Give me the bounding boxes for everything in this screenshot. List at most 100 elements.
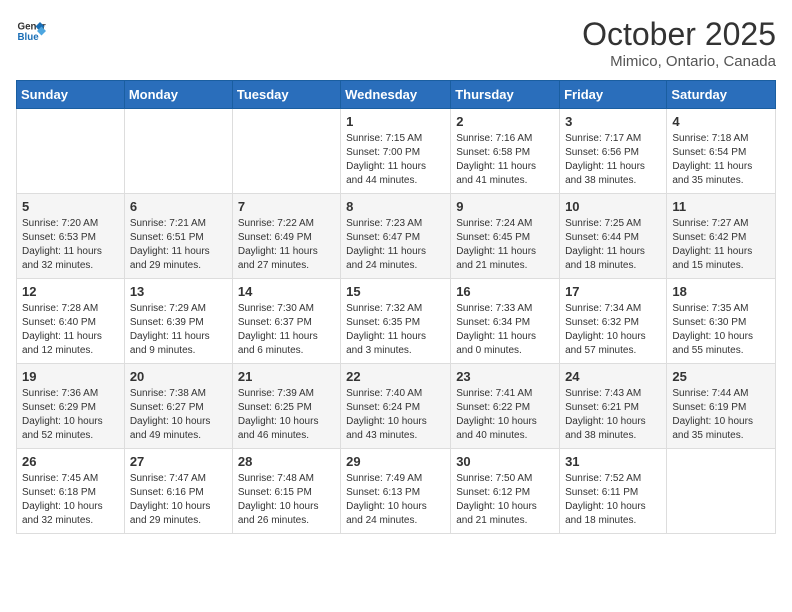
day-number: 17 (565, 284, 661, 299)
calendar-cell: 8 Sunrise: 7:23 AM Sunset: 6:47 PM Daylig… (341, 194, 451, 279)
month-title: October 2025 (582, 16, 776, 53)
weekday-header: Sunday (17, 81, 125, 109)
day-number: 18 (672, 284, 770, 299)
weekday-row: SundayMondayTuesdayWednesdayThursdayFrid… (17, 81, 776, 109)
weekday-header: Tuesday (232, 81, 340, 109)
calendar-cell: 3 Sunrise: 7:17 AM Sunset: 6:56 PM Daylig… (560, 109, 667, 194)
calendar-cell: 21 Sunrise: 7:39 AM Sunset: 6:25 PM Dayli… (232, 364, 340, 449)
day-info: Sunrise: 7:24 AM Sunset: 6:45 PM Dayligh… (456, 217, 554, 273)
day-number: 26 (22, 454, 119, 469)
calendar-cell: 30Sunrise: 7:50 AM Sunset: 6:12 PM Dayli… (451, 449, 560, 534)
day-number: 27 (130, 454, 227, 469)
day-number: 20 (130, 369, 227, 384)
day-number: 28 (238, 454, 335, 469)
calendar-cell: 29 Sunrise: 7:49 AM Sunset: 6:13 PM Dayli… (341, 449, 451, 534)
calendar-cell: 16 Sunrise: 7:33 AM Sunset: 6:34 PM Dayli… (451, 279, 560, 364)
day-info: Sunrise: 7:25 AM Sunset: 6:44 PM Dayligh… (565, 217, 661, 273)
calendar-cell: 4 Sunrise: 7:18 AM Sunset: 6:54 PM Daylig… (667, 109, 776, 194)
calendar-cell: 2 Sunrise: 7:16 AM Sunset: 6:58 PM Daylig… (451, 109, 560, 194)
day-info: Sunrise: 7:52 AM Sunset: 6:11 PM Dayligh… (565, 472, 661, 528)
calendar-week-row: 26 Sunrise: 7:45 AM Sunset: 6:18 PM Dayli… (17, 449, 776, 534)
calendar-cell: 22 Sunrise: 7:40 AM Sunset: 6:24 PM Dayli… (341, 364, 451, 449)
calendar-cell: 20Sunrise: 7:38 AM Sunset: 6:27 PM Dayli… (124, 364, 232, 449)
weekday-header: Saturday (667, 81, 776, 109)
day-number: 29 (346, 454, 445, 469)
day-info: Sunrise: 7:30 AM Sunset: 6:37 PM Dayligh… (238, 302, 335, 358)
day-info: Sunrise: 7:45 AM Sunset: 6:18 PM Dayligh… (22, 472, 119, 528)
location: Mimico, Ontario, Canada (582, 53, 776, 70)
day-info: Sunrise: 7:36 AM Sunset: 6:29 PM Dayligh… (22, 387, 119, 443)
calendar-cell (232, 109, 340, 194)
calendar-week-row: 5Sunrise: 7:20 AM Sunset: 6:53 PM Daylig… (17, 194, 776, 279)
day-info: Sunrise: 7:43 AM Sunset: 6:21 PM Dayligh… (565, 387, 661, 443)
calendar-body: 1 Sunrise: 7:15 AM Sunset: 7:00 PM Daylig… (17, 109, 776, 534)
calendar-cell: 26 Sunrise: 7:45 AM Sunset: 6:18 PM Dayli… (17, 449, 125, 534)
weekday-header: Monday (124, 81, 232, 109)
day-number: 15 (346, 284, 445, 299)
day-info: Sunrise: 7:22 AM Sunset: 6:49 PM Dayligh… (238, 217, 335, 273)
calendar-cell: 11Sunrise: 7:27 AM Sunset: 6:42 PM Dayli… (667, 194, 776, 279)
day-info: Sunrise: 7:48 AM Sunset: 6:15 PM Dayligh… (238, 472, 335, 528)
day-info: Sunrise: 7:33 AM Sunset: 6:34 PM Dayligh… (456, 302, 554, 358)
calendar-cell: 28 Sunrise: 7:48 AM Sunset: 6:15 PM Dayli… (232, 449, 340, 534)
logo-icon: General Blue (16, 16, 46, 46)
day-number: 2 (456, 114, 554, 129)
calendar-header: SundayMondayTuesdayWednesdayThursdayFrid… (17, 81, 776, 109)
day-info: Sunrise: 7:34 AM Sunset: 6:32 PM Dayligh… (565, 302, 661, 358)
day-number: 22 (346, 369, 445, 384)
calendar-cell: 27 Sunrise: 7:47 AM Sunset: 6:16 PM Dayli… (124, 449, 232, 534)
day-number: 25 (672, 369, 770, 384)
day-number: 7 (238, 199, 335, 214)
day-number: 11 (672, 199, 770, 214)
day-info: Sunrise: 7:50 AM Sunset: 6:12 PM Dayligh… (456, 472, 554, 528)
calendar-week-row: 19 Sunrise: 7:36 AM Sunset: 6:29 PM Dayli… (17, 364, 776, 449)
weekday-header: Thursday (451, 81, 560, 109)
calendar-cell: 6Sunrise: 7:21 AM Sunset: 6:51 PM Daylig… (124, 194, 232, 279)
svg-text:Blue: Blue (18, 32, 40, 43)
calendar-cell: 15Sunrise: 7:32 AM Sunset: 6:35 PM Dayli… (341, 279, 451, 364)
calendar-cell: 5Sunrise: 7:20 AM Sunset: 6:53 PM Daylig… (17, 194, 125, 279)
day-number: 24 (565, 369, 661, 384)
day-info: Sunrise: 7:28 AM Sunset: 6:40 PM Dayligh… (22, 302, 119, 358)
weekday-header: Wednesday (341, 81, 451, 109)
calendar-cell: 31 Sunrise: 7:52 AM Sunset: 6:11 PM Dayli… (560, 449, 667, 534)
day-info: Sunrise: 7:17 AM Sunset: 6:56 PM Dayligh… (565, 132, 661, 188)
day-number: 6 (130, 199, 227, 214)
title-block: October 2025 Mimico, Ontario, Canada (582, 16, 776, 70)
day-info: Sunrise: 7:29 AM Sunset: 6:39 PM Dayligh… (130, 302, 227, 358)
calendar-cell (124, 109, 232, 194)
day-info: Sunrise: 7:16 AM Sunset: 6:58 PM Dayligh… (456, 132, 554, 188)
day-number: 13 (130, 284, 227, 299)
day-number: 16 (456, 284, 554, 299)
calendar-cell: 17 Sunrise: 7:34 AM Sunset: 6:32 PM Dayli… (560, 279, 667, 364)
day-info: Sunrise: 7:18 AM Sunset: 6:54 PM Dayligh… (672, 132, 770, 188)
day-number: 10 (565, 199, 661, 214)
calendar-cell: 9Sunrise: 7:24 AM Sunset: 6:45 PM Daylig… (451, 194, 560, 279)
day-number: 3 (565, 114, 661, 129)
day-number: 4 (672, 114, 770, 129)
calendar-cell: 7 Sunrise: 7:22 AM Sunset: 6:49 PM Daylig… (232, 194, 340, 279)
calendar-cell: 18 Sunrise: 7:35 AM Sunset: 6:30 PM Dayli… (667, 279, 776, 364)
calendar-cell: 12Sunrise: 7:28 AM Sunset: 6:40 PM Dayli… (17, 279, 125, 364)
calendar-cell: 24 Sunrise: 7:43 AM Sunset: 6:21 PM Dayli… (560, 364, 667, 449)
calendar-cell: 1 Sunrise: 7:15 AM Sunset: 7:00 PM Daylig… (341, 109, 451, 194)
day-info: Sunrise: 7:49 AM Sunset: 6:13 PM Dayligh… (346, 472, 445, 528)
calendar-cell: 13 Sunrise: 7:29 AM Sunset: 6:39 PM Dayli… (124, 279, 232, 364)
calendar-cell: 19 Sunrise: 7:36 AM Sunset: 6:29 PM Dayli… (17, 364, 125, 449)
day-info: Sunrise: 7:35 AM Sunset: 6:30 PM Dayligh… (672, 302, 770, 358)
logo: General Blue General Blue (16, 16, 46, 46)
weekday-header: Friday (560, 81, 667, 109)
day-info: Sunrise: 7:41 AM Sunset: 6:22 PM Dayligh… (456, 387, 554, 443)
day-number: 19 (22, 369, 119, 384)
day-info: Sunrise: 7:15 AM Sunset: 7:00 PM Dayligh… (346, 132, 445, 188)
calendar-cell: 14 Sunrise: 7:30 AM Sunset: 6:37 PM Dayli… (232, 279, 340, 364)
day-info: Sunrise: 7:39 AM Sunset: 6:25 PM Dayligh… (238, 387, 335, 443)
day-number: 31 (565, 454, 661, 469)
day-number: 21 (238, 369, 335, 384)
day-number: 1 (346, 114, 445, 129)
day-number: 8 (346, 199, 445, 214)
day-info: Sunrise: 7:40 AM Sunset: 6:24 PM Dayligh… (346, 387, 445, 443)
day-number: 14 (238, 284, 335, 299)
day-info: Sunrise: 7:47 AM Sunset: 6:16 PM Dayligh… (130, 472, 227, 528)
day-info: Sunrise: 7:23 AM Sunset: 6:47 PM Dayligh… (346, 217, 445, 273)
